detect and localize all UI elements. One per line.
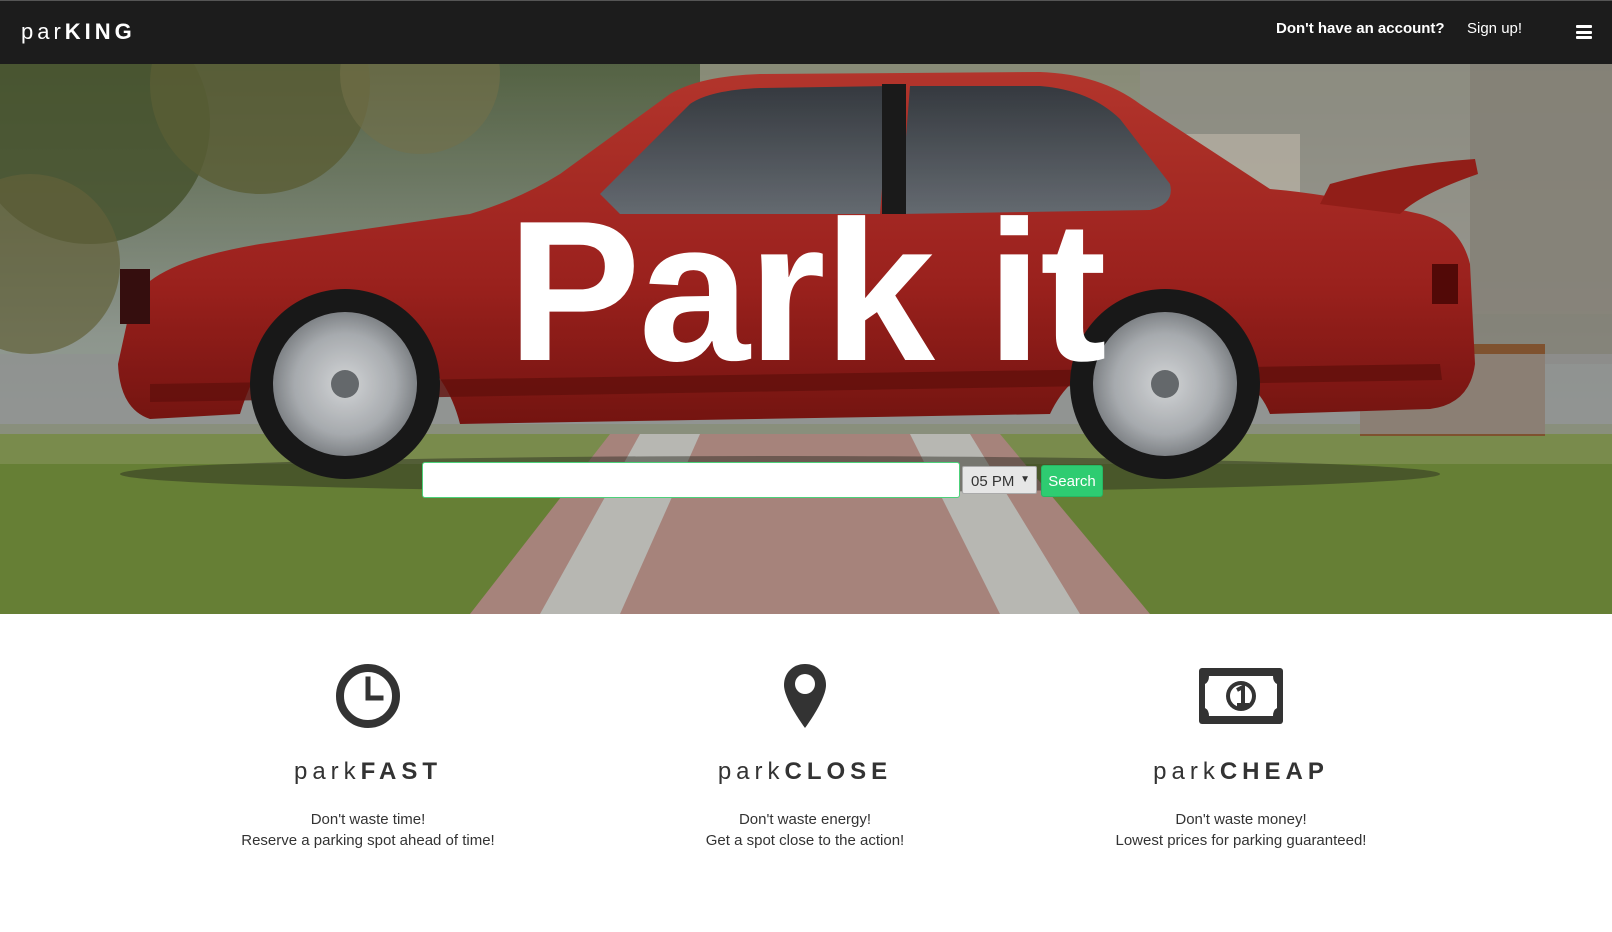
signup-link[interactable]: Sign up!: [1467, 20, 1522, 37]
feature-fast-line2: Reserve a parking spot ahead of time!: [241, 832, 495, 849]
feature-close-line1: Don't waste energy!: [738, 811, 872, 828]
brand-bold: KING: [64, 19, 136, 44]
feature-cheap: parkCHEAP Don't waste money! Lowest pric…: [1031, 660, 1451, 851]
clock-icon: [158, 660, 578, 732]
hero-title: Park it: [507, 180, 1106, 403]
feature-cheap-line2: Lowest prices for parking guaranteed!: [1115, 832, 1367, 849]
feature-fast-line1: Don't waste time!: [310, 811, 426, 828]
navbar: parKING Don't have an account? Sign up!: [0, 0, 1612, 64]
map-marker-icon: [595, 660, 1015, 732]
feature-cheap-line1: Don't waste money!: [1175, 811, 1307, 828]
feature-fast-text: Don't waste time! Reserve a parking spot…: [158, 809, 578, 851]
location-search-input[interactable]: [422, 462, 960, 498]
feature-cheap-text: Don't waste money! Lowest prices for par…: [1031, 809, 1451, 851]
time-select[interactable]: 05 PM ▼: [962, 466, 1037, 494]
no-account-text: Don't have an account?: [1276, 20, 1445, 37]
hamburger-menu-icon[interactable]: [1576, 25, 1592, 39]
money-bill-icon: [1031, 660, 1451, 732]
caret-down-icon: ▼: [1020, 474, 1030, 485]
brand-logo[interactable]: parKING: [21, 19, 136, 45]
feature-fast: parkFAST Don't waste time! Reserve a par…: [158, 660, 578, 851]
feature-cheap-title: parkCHEAP: [1153, 758, 1329, 785]
feature-close: parkCLOSE Don't waste energy! Get a spot…: [595, 660, 1015, 851]
hero-banner: Park it 05 PM ▼ Search: [0, 64, 1612, 614]
feature-close-text: Don't waste energy! Get a spot close to …: [595, 809, 1015, 851]
brand-light: par: [21, 19, 65, 44]
feature-fast-title: parkFAST: [293, 758, 443, 785]
search-button[interactable]: Search: [1041, 465, 1103, 497]
feature-close-title: parkCLOSE: [717, 758, 893, 785]
feature-close-line2: Get a spot close to the action!: [705, 832, 905, 849]
time-select-value: 05 PM: [971, 473, 1015, 490]
